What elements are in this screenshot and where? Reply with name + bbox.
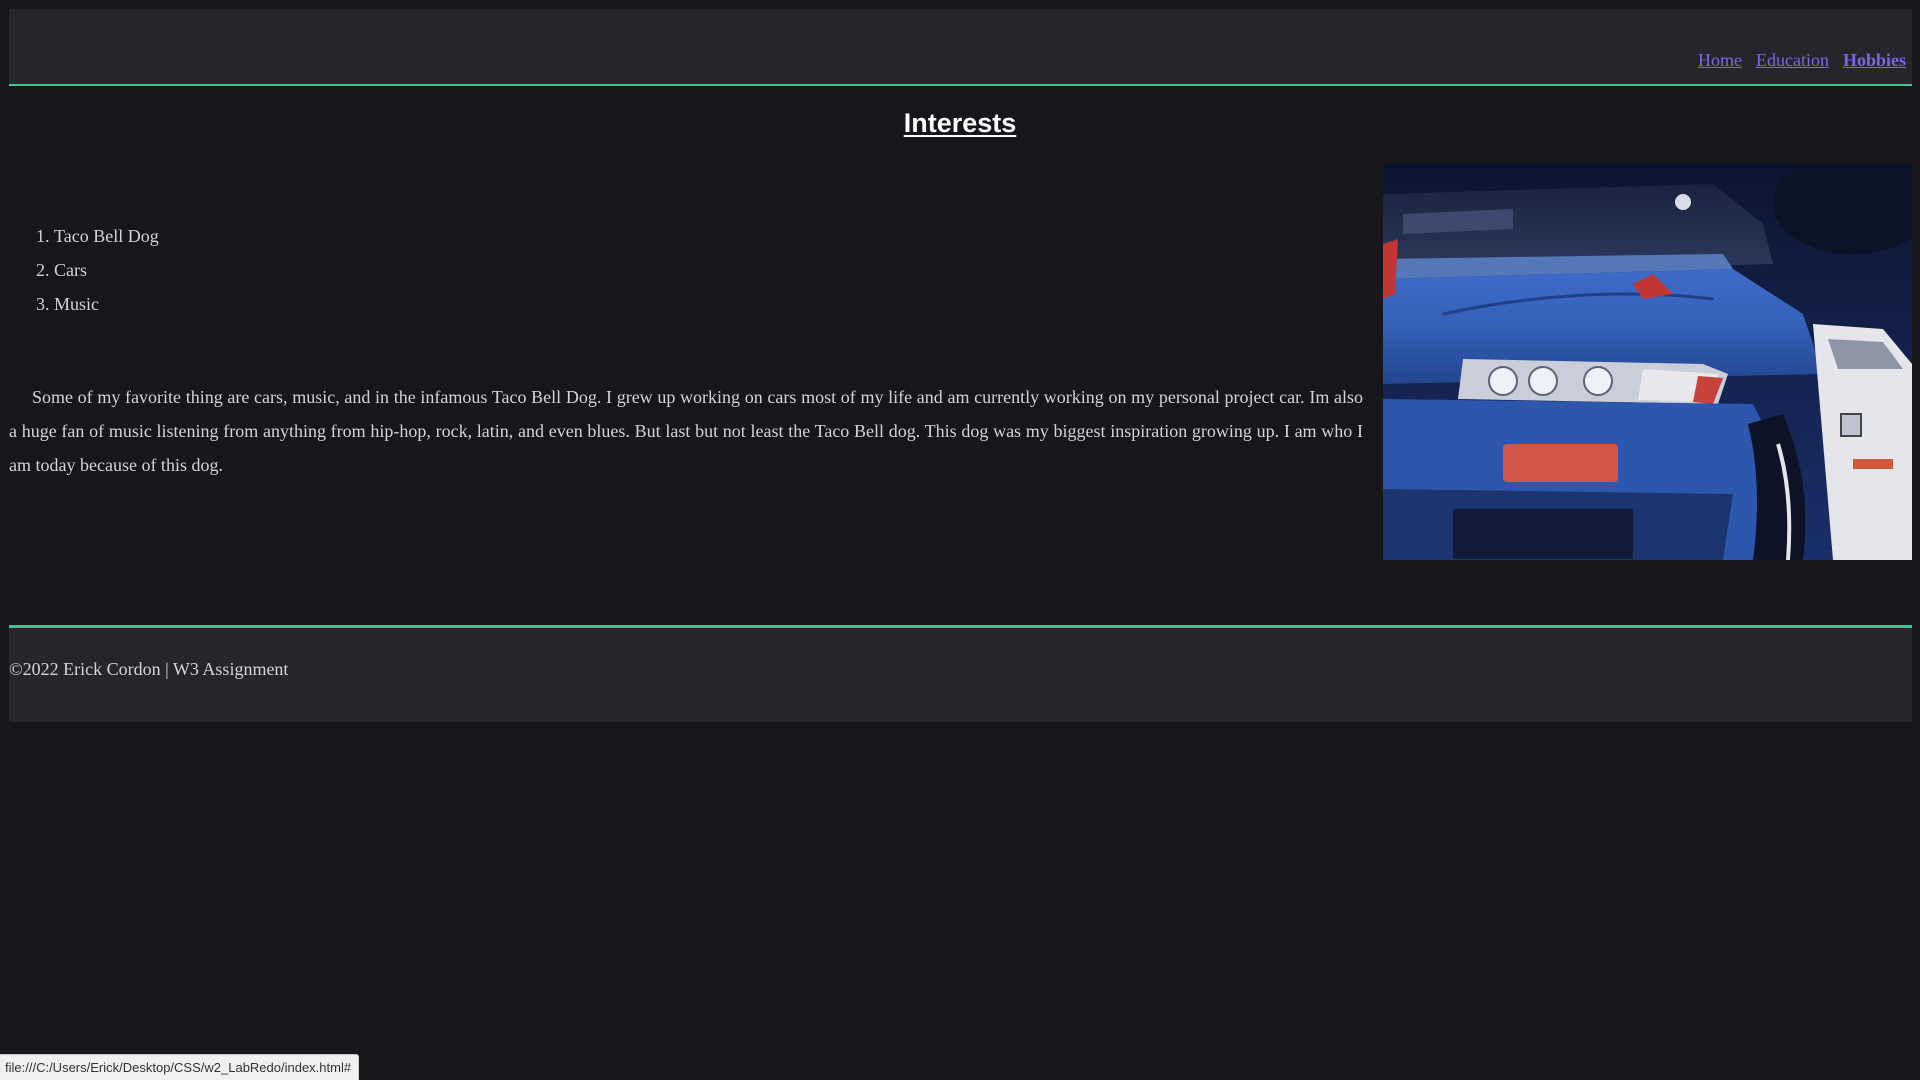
page: Home Education Hobbies Interests Taco Be… (0, 0, 1920, 1080)
site-footer: ©2022 Erick Cordon | W3 Assignment (9, 625, 1912, 722)
list-item: Taco Bell Dog (54, 219, 159, 253)
site-header: Home Education Hobbies (9, 9, 1912, 86)
status-bar-url: file:///C:/Users/Erick/Desktop/CSS/w2_La… (0, 1054, 360, 1080)
page-title: Interests (903, 108, 1017, 138)
nav-link-hobbies[interactable]: Hobbies (1843, 50, 1906, 71)
interest-list: Taco Bell Dog Cars Music (12, 219, 159, 321)
list-item: Cars (54, 253, 159, 287)
about-paragraph: Some of my favorite thing are cars, musi… (9, 387, 1363, 475)
car-image (1383, 164, 1912, 560)
list-item: Music (54, 287, 159, 321)
main-nav: Home Education Hobbies (1698, 50, 1906, 71)
nav-link-education[interactable]: Education (1756, 50, 1829, 71)
nav-link-home[interactable]: Home (1698, 50, 1742, 71)
copyright-text: ©2022 Erick Cordon | W3 Assignment (9, 659, 289, 679)
